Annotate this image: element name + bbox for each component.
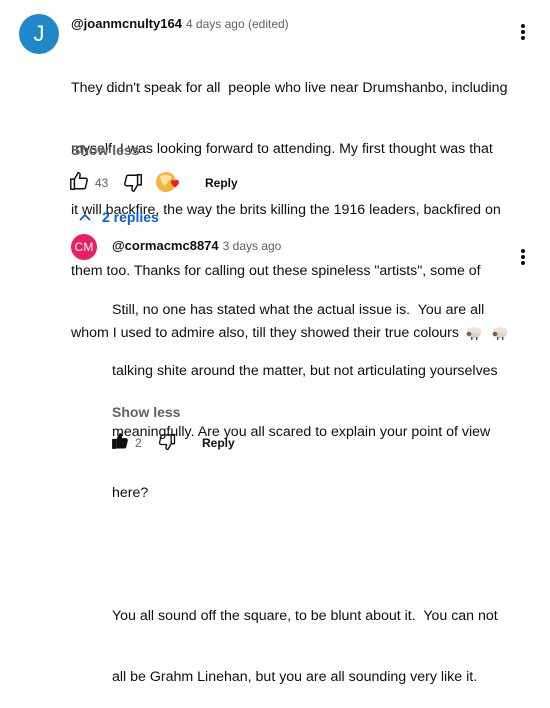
like-count: 43 [95, 176, 109, 190]
commenter-handle[interactable]: @joanmcnulty164 [71, 16, 182, 31]
reply-commenter-handle[interactable]: @cormacmc8874 [112, 238, 219, 253]
replies-count-label: 2 replies [102, 209, 159, 225]
comment-menu-button[interactable] [520, 22, 526, 42]
reply-like-button[interactable] [110, 431, 130, 451]
reply-reply-button[interactable]: Reply [202, 436, 235, 450]
creator-heart-icon [155, 171, 183, 195]
comment-header: @joanmcnulty164 4 days ago (edited) [71, 15, 289, 33]
thumbs-down-icon [122, 172, 144, 194]
like-button[interactable] [68, 170, 90, 192]
reply-text: Still, no one has stated what the actual… [112, 259, 522, 708]
avatar-letters: CM [74, 240, 94, 254]
thumbs-up-icon [110, 431, 130, 451]
reply-line: all be Grahm Linehan, but you are all so… [112, 669, 478, 686]
reply-blank-line [112, 545, 522, 565]
reply-like-count: 2 [135, 436, 142, 450]
reply-line: Still, no one has stated what the actual… [112, 301, 485, 318]
comment-timestamp[interactable]: 4 days ago (edited) [186, 17, 289, 31]
show-less-button[interactable]: Show less [71, 142, 139, 158]
reply-header: @cormacmc8874 3 days ago [112, 237, 281, 255]
reply-line: talking shite around the matter, but not… [112, 363, 498, 380]
thumbs-up-icon [68, 170, 90, 192]
avatar-letter: J [33, 21, 45, 46]
reply-button[interactable]: Reply [205, 176, 238, 190]
commenter-avatar[interactable]: J [19, 14, 59, 54]
thumbs-down-icon [157, 432, 177, 452]
reply-show-less-button[interactable]: Show less [112, 404, 180, 420]
reply-line: You all sound off the square, to be blun… [112, 607, 498, 624]
reply-timestamp[interactable]: 3 days ago [223, 239, 282, 253]
replies-toggle[interactable]: 2 replies [78, 209, 159, 225]
reply-line: here? [112, 485, 149, 502]
chevron-up-icon [78, 212, 92, 222]
comment-line: They didn't speak for all people who liv… [71, 79, 508, 96]
dislike-button[interactable] [122, 172, 144, 194]
creator-heart[interactable] [155, 171, 183, 195]
reply-commenter-avatar[interactable]: CM [71, 234, 97, 260]
reply-dislike-button[interactable] [157, 432, 177, 452]
